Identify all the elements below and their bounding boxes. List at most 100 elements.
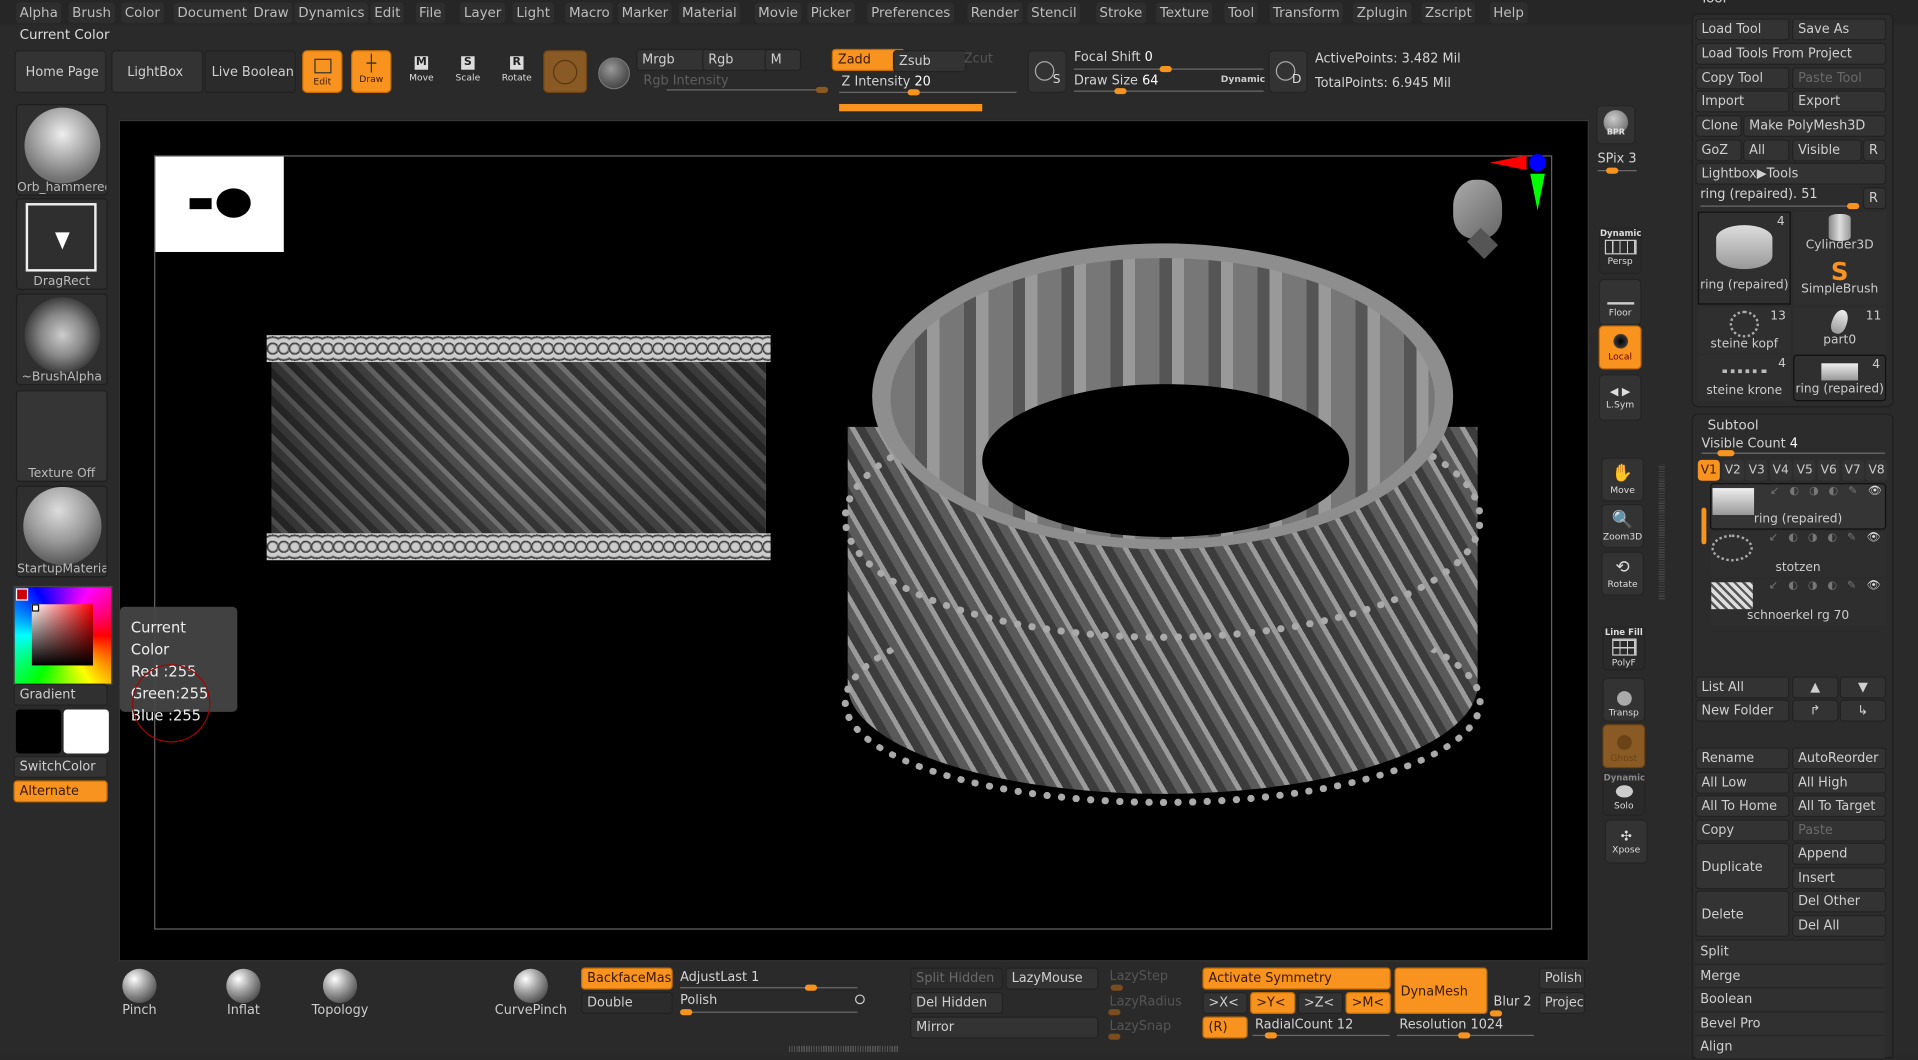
tool-thumb-part0[interactable]: 11 part0 bbox=[1793, 307, 1887, 354]
insert-button[interactable]: Insert bbox=[1791, 867, 1887, 890]
x-axis-button[interactable]: >X< bbox=[1202, 992, 1248, 1015]
brush-curvepinch[interactable]: CurvePinch bbox=[488, 966, 574, 1018]
merge-down-icon[interactable]: ↙ bbox=[1769, 532, 1778, 544]
paste-subtool-button[interactable]: Paste bbox=[1791, 819, 1887, 842]
adjust-last-track[interactable] bbox=[680, 987, 858, 989]
mrgb-toggle-icon[interactable]: ◑ bbox=[1809, 486, 1819, 498]
menu-edit[interactable]: Edit bbox=[370, 2, 405, 24]
clone-button[interactable]: Clone bbox=[1695, 114, 1742, 137]
menu-transform[interactable]: Transform bbox=[1269, 2, 1344, 24]
home-page-button[interactable]: Home Page bbox=[14, 50, 107, 93]
current-tool-track[interactable] bbox=[1700, 205, 1857, 207]
ring-flat-view[interactable] bbox=[266, 335, 771, 561]
menu-movie[interactable]: Movie bbox=[754, 2, 802, 24]
load-tools-from-project-button[interactable]: Load Tools From Project bbox=[1695, 42, 1887, 65]
load-tool-button[interactable]: Load Tool bbox=[1695, 18, 1790, 41]
project-button[interactable]: Project bbox=[1538, 992, 1586, 1015]
menu-texture[interactable]: Texture bbox=[1156, 2, 1213, 24]
bpr-button[interactable]: BPR bbox=[1596, 105, 1636, 145]
subtool-item[interactable]: ↙ ◐ ◑ ◐ ✎ 👁 schnoerkel rg 70 bbox=[1710, 578, 1887, 626]
current-tool-r-button[interactable]: R bbox=[1862, 187, 1887, 210]
zoom3d-button[interactable]: 🔍 Zoom3D bbox=[1601, 503, 1644, 548]
floor-button[interactable]: Floor bbox=[1598, 278, 1642, 326]
vset-v6[interactable]: V6 bbox=[1817, 459, 1840, 481]
brush-topology[interactable]: Topology bbox=[297, 966, 383, 1018]
polypaint-toggle-icon[interactable]: ◐ bbox=[1788, 532, 1798, 544]
dynamic-toggle[interactable]: Dynamic bbox=[1221, 73, 1265, 84]
right-shelf-scrollbar[interactable] bbox=[1658, 464, 1665, 600]
menu-document[interactable]: Document bbox=[173, 2, 251, 24]
vset-v1[interactable]: V1 bbox=[1697, 459, 1720, 481]
new-folder-button[interactable]: New Folder bbox=[1695, 699, 1790, 722]
persp-button[interactable]: Dynamic Persp bbox=[1598, 227, 1642, 274]
move-up-button[interactable]: ▲ bbox=[1791, 676, 1839, 699]
mrgb-toggle-icon[interactable]: ◑ bbox=[1808, 532, 1818, 544]
zcut-button[interactable]: Zcut bbox=[964, 51, 993, 66]
color-picker[interactable] bbox=[13, 585, 113, 685]
del-hidden-button[interactable]: Del Hidden bbox=[910, 992, 1004, 1015]
section-split[interactable]: Split bbox=[1695, 939, 1885, 963]
live-boolean-button[interactable]: Live Boolean bbox=[204, 50, 297, 93]
edit-icon[interactable]: ✎ bbox=[1847, 580, 1856, 592]
menu-draw[interactable]: Draw bbox=[249, 2, 293, 24]
dynamic-d-button[interactable]: D bbox=[1268, 50, 1308, 93]
edit-button[interactable]: Edit bbox=[302, 50, 343, 93]
head-orientation-icon[interactable] bbox=[1451, 179, 1512, 260]
radial-count-knob[interactable] bbox=[1264, 1032, 1278, 1039]
polish-circle-toggle[interactable] bbox=[855, 994, 865, 1005]
delete-button[interactable]: Delete bbox=[1695, 890, 1790, 937]
save-as-button[interactable]: Save As bbox=[1791, 18, 1887, 41]
solo-button[interactable]: Dynamic Solo bbox=[1602, 771, 1646, 816]
focal-shift-knob[interactable] bbox=[1159, 66, 1172, 73]
brush-pinch[interactable]: Pinch bbox=[97, 966, 183, 1018]
subtool-scrollbar[interactable] bbox=[1701, 507, 1707, 545]
rotate-view-button[interactable]: ⟲ Rotate bbox=[1601, 551, 1644, 596]
sculptris-s-button[interactable]: S bbox=[1027, 50, 1067, 93]
mirror-button[interactable]: Mirror bbox=[910, 1016, 1099, 1039]
double-button[interactable]: Double bbox=[581, 992, 673, 1015]
goz-r-button[interactable]: R bbox=[1862, 139, 1887, 162]
z-intensity-knob[interactable] bbox=[907, 89, 920, 96]
menu-alpha[interactable]: Alpha bbox=[15, 2, 62, 24]
resolution-knob[interactable] bbox=[1458, 1032, 1471, 1039]
secondary-color-swatch[interactable] bbox=[15, 709, 62, 754]
tool-thumb-steine-kopf[interactable]: 13 steine kopf bbox=[1697, 307, 1791, 354]
m-button[interactable]: M bbox=[764, 48, 802, 71]
eye-icon[interactable]: 👁 bbox=[1868, 486, 1882, 498]
texture-thumb[interactable]: Texture Off bbox=[15, 390, 108, 482]
menu-render[interactable]: Render bbox=[967, 2, 1023, 24]
all-to-target-button[interactable]: All To Target bbox=[1791, 795, 1887, 818]
lazy-snap-knob[interactable] bbox=[1108, 1033, 1121, 1040]
merge-down-icon[interactable]: ↙ bbox=[1769, 580, 1778, 592]
subtool-item[interactable]: ↙ ◐ ◑ ◐ ✎ 👁 ring (repaired) bbox=[1710, 483, 1887, 530]
spix-knob[interactable] bbox=[1606, 167, 1619, 174]
current-tool-knob[interactable] bbox=[1847, 203, 1860, 210]
rgb-intensity-knob[interactable] bbox=[815, 86, 829, 93]
edit-icon[interactable]: ✎ bbox=[1848, 486, 1857, 498]
subtool-item[interactable]: ↙ ◐ ◑ ◐ ✎ 👁 stotzen bbox=[1710, 530, 1887, 578]
goz-visible-button[interactable]: Visible bbox=[1791, 139, 1862, 162]
local-button[interactable]: Local bbox=[1598, 325, 1642, 370]
section-merge[interactable]: Merge bbox=[1695, 963, 1885, 987]
paste-tool-button[interactable]: Paste Tool bbox=[1791, 67, 1887, 90]
tool-thumb-simplebrush[interactable]: S SimpleBrush bbox=[1793, 258, 1887, 305]
alternate-button[interactable]: Alternate bbox=[13, 780, 108, 803]
draw-size-track[interactable] bbox=[1073, 90, 1264, 92]
mrgb-button[interactable]: Mrgb bbox=[636, 48, 710, 71]
tool-thumb-ring-repaired[interactable]: 4 ring (repaired) bbox=[1697, 211, 1791, 305]
stroke-thumb[interactable]: DragRect bbox=[15, 198, 108, 290]
gradient-button[interactable]: Gradient bbox=[13, 683, 108, 706]
vset-v7[interactable]: V7 bbox=[1841, 459, 1864, 481]
rgb-intensity-track[interactable] bbox=[666, 89, 826, 91]
document-canvas[interactable] bbox=[118, 119, 1589, 962]
draw-size-knob[interactable] bbox=[1114, 88, 1127, 95]
rotate-button[interactable]: R Rotate bbox=[497, 50, 537, 93]
vset-v4[interactable]: V4 bbox=[1769, 459, 1792, 481]
lightbox-tools-button[interactable]: Lightbox▶Tools bbox=[1695, 162, 1887, 185]
menu-light[interactable]: Light bbox=[512, 2, 554, 24]
blur-knob[interactable] bbox=[1489, 1010, 1503, 1017]
del-all-button[interactable]: Del All bbox=[1791, 914, 1887, 937]
polish-knob[interactable] bbox=[680, 1009, 693, 1016]
copy-subtool-button[interactable]: Copy bbox=[1695, 819, 1790, 842]
all-low-button[interactable]: All Low bbox=[1695, 771, 1790, 794]
